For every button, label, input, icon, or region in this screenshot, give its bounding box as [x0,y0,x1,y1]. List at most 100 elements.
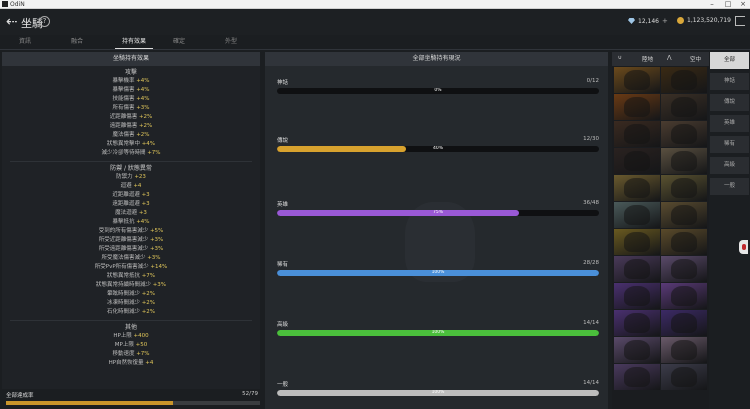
stat-name: 技能傷害 [112,96,135,102]
stat-value: +3% [136,105,150,111]
mount-card[interactable] [614,283,660,309]
filter-button[interactable]: 稀有 [710,136,749,153]
air-label[interactable]: 空中 [690,55,701,63]
stat-value: +3% [147,255,161,261]
tab-fusion[interactable]: 融合 [66,37,88,49]
filter-button[interactable]: 一般 [710,178,749,195]
mount-card[interactable] [614,94,660,120]
mount-card[interactable] [661,256,707,282]
maximize-icon[interactable]: □ [722,0,734,9]
section-title: 防禦 / 狀態異常 [110,165,152,172]
grade-name: 神話 [277,80,289,86]
stat-value: +7% [136,351,150,357]
mount-card[interactable] [661,310,707,336]
mount-card[interactable] [661,148,707,174]
mount-portrait-icon [624,124,650,144]
stat-row: 防禦力 +23 [2,173,260,182]
stat-value: +7% [141,273,156,279]
page-header: ⇠ 坐騎 ? 12,146 + 1,123,520,719 [0,9,750,35]
mount-card[interactable] [614,67,660,93]
stat-name: 所受魔法傷害減少 [101,255,146,261]
gem-icon [628,18,635,24]
mount-grid: ∪ 陸地 ⋀ 空中 [612,52,709,409]
close-icon[interactable]: × [737,0,749,9]
help-icon[interactable]: ? [39,16,50,27]
stat-row: 狀態異常抵抗 +7% [2,272,260,281]
overall-label: 全部達成率 [6,393,34,399]
stat-name: 迴避 [120,183,132,189]
grade-count: 12/30 [583,136,599,142]
mount-card[interactable] [661,229,707,255]
stat-value: +2% [141,309,156,315]
filter-button[interactable]: 神話 [710,73,749,90]
stat-name: 近距離傷害 [109,114,138,120]
mount-card[interactable] [614,364,660,390]
stat-row: 狀態異常擊中 +4% [2,140,260,149]
mount-portrait-icon [624,286,650,306]
mount-card[interactable] [661,67,707,93]
wings-icon: ⋀ [667,55,672,61]
stat-name: 遠距離傷害 [109,123,138,129]
mount-card[interactable] [661,283,707,309]
mount-card[interactable] [614,148,660,174]
mount-card[interactable] [661,202,707,228]
mount-card[interactable] [614,256,660,282]
mount-portrait-icon [624,151,650,171]
mount-portrait-icon [624,367,650,387]
section-divider [10,320,252,321]
stat-name: 魔法迴避 [115,210,138,216]
filter-button[interactable]: 英雄 [710,115,749,132]
stat-name: 移動速度 [112,351,135,357]
tab-confirm[interactable]: 確定 [168,37,190,49]
stat-list[interactable]: 攻擊 暴擊機率 +4% 暴擊傷害 +4% 技能傷害 +4% 所有傷害 +3% 近距離傷害 … [2,68,260,368]
mount-card[interactable] [661,175,707,201]
mount-card[interactable] [614,175,660,201]
grade-row: 傳說 12/30 40% [277,136,599,152]
mount-card[interactable] [661,121,707,147]
grade-row: 神話 0/12 0% [277,78,599,94]
stat-row: 魔法傷害 +2% [2,131,260,140]
mount-card[interactable] [661,337,707,363]
grade-filter-list: 全部神話傳說英雄稀有高級一般 [710,52,749,199]
mount-portrait-icon [624,97,650,117]
stat-value: +5% [149,228,164,234]
grade-row: 一般 14/14 100% [277,380,599,396]
filter-button[interactable]: 全部 [710,52,749,69]
add-gems-button[interactable]: + [662,17,668,25]
exit-icon[interactable] [735,16,745,26]
grade-name: 傳說 [277,138,289,144]
tab-hold-effect[interactable]: 持有效果 [115,37,153,49]
stat-row: 石化時間減少 +2% [2,308,260,317]
stat-name: 冰凍時間減少 [106,300,140,306]
stat-value: +3 [141,192,150,198]
mount-card[interactable] [614,202,660,228]
filter-button[interactable]: 傳說 [710,94,749,111]
section-title: 其他 [124,324,137,331]
window-title: OdiN [10,1,25,8]
mount-card[interactable] [614,121,660,147]
stat-row: 暴擊機率 +4% [2,77,260,86]
back-arrow-icon[interactable]: ⇠ [6,14,18,30]
side-menu-button[interactable] [739,240,748,254]
mount-portrait-icon [624,205,650,225]
filter-button[interactable]: 高級 [710,157,749,174]
mount-portrait-icon [671,313,697,333]
mount-card[interactable] [614,337,660,363]
tab-appearance[interactable]: 外型 [220,37,242,49]
grade-name: 稀有 [277,262,289,268]
mount-card[interactable] [661,364,707,390]
minimize-icon[interactable]: – [706,0,718,9]
grade-percent: 100% [431,270,445,275]
mount-card[interactable] [661,94,707,120]
mount-card[interactable] [614,310,660,336]
stat-row: 所受PvP所有傷害減少 +14% [2,263,260,272]
mount-card[interactable] [614,229,660,255]
mount-portrait-icon [624,232,650,252]
grade-count: 0/12 [586,78,599,84]
mount-portrait-icon [671,97,697,117]
tab-info[interactable]: 資訊 [14,37,36,49]
stat-value: +4% [136,219,150,225]
ground-label[interactable]: 陸地 [642,55,653,63]
stat-name: 近距離迴避 [112,192,140,198]
stat-name: 暴擊機率 [112,78,135,84]
